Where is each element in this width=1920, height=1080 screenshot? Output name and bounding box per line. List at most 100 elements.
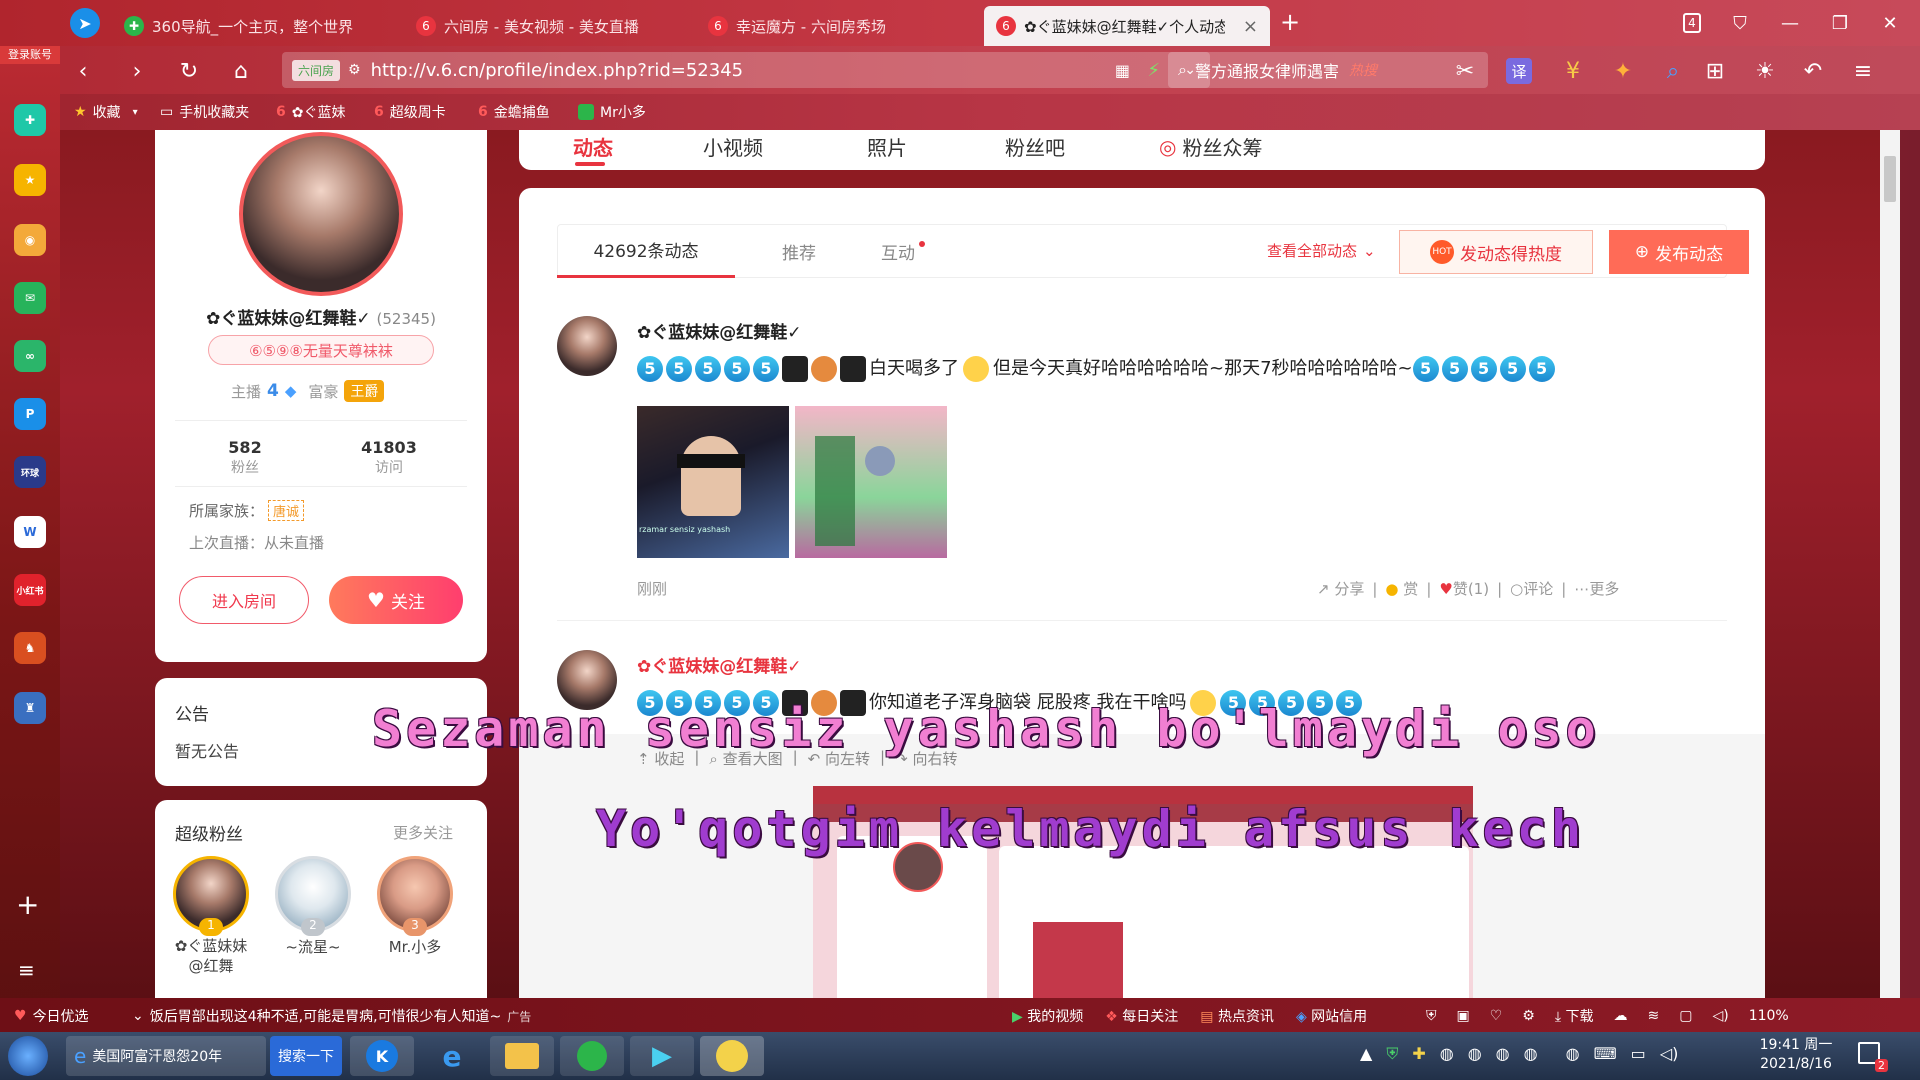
tab-360[interactable]: ✚ 360导航_一个主页，整个世界 — [112, 6, 402, 46]
tray-app-icon[interactable]: ✚ — [1412, 1044, 1425, 1064]
heartbeat-icon[interactable]: ♡ — [1490, 1008, 1503, 1024]
zoom-level[interactable]: 110% — [1749, 1008, 1789, 1024]
clock[interactable]: 19:41 周一 2021/8/16 — [1756, 1036, 1836, 1074]
home-icon[interactable]: ⌂ — [228, 58, 254, 84]
finance-app-icon[interactable]: 环球 — [14, 456, 46, 488]
xiaohongshu-icon[interactable]: 小红书 — [14, 574, 46, 606]
login-account-label[interactable]: 登录账号 — [0, 46, 60, 64]
chat-app-icon[interactable] — [700, 1036, 764, 1076]
bookmark-fishing[interactable]: 6 金蟾捕鱼 — [478, 102, 550, 122]
p-app-icon[interactable]: P — [14, 398, 46, 430]
shirt-skin-icon[interactable]: ⛉ — [1720, 8, 1760, 38]
gamepad-icon[interactable]: ✦ — [1610, 58, 1636, 84]
qq-icon[interactable]: ◍ — [1440, 1044, 1454, 1064]
forward-icon[interactable]: › — [124, 58, 150, 84]
undo-icon[interactable]: ↶ — [1800, 58, 1826, 84]
minimize-icon[interactable]: — — [1770, 8, 1810, 38]
word-icon[interactable]: W — [14, 516, 46, 548]
ie-taskbar-item[interactable]: e 美国阿富汗恩怨20年 — [66, 1036, 266, 1076]
wifi-icon[interactable]: ≋ — [1648, 1008, 1660, 1024]
follow-button[interactable]: ♥ 关注 — [329, 576, 463, 624]
post-image-1[interactable]: rzamar sensiz yashash — [637, 406, 789, 558]
send-icon[interactable]: ➤ — [70, 8, 100, 38]
tray-user-icon[interactable]: ◍ — [1566, 1044, 1580, 1064]
speaker-icon[interactable]: ◁) — [1660, 1044, 1679, 1064]
tab-dynamics[interactable]: 动态 — [573, 132, 613, 161]
image-icon[interactable]: ▣ — [1457, 1008, 1470, 1024]
post-author[interactable]: ✿ぐ蓝妹妹@红舞鞋✓ — [637, 652, 802, 677]
tab-count-icon[interactable]: 4 — [1672, 8, 1712, 38]
ie-browser-icon[interactable]: e — [420, 1036, 484, 1076]
tab-recommend[interactable]: 推荐 — [749, 224, 849, 278]
tab-photos[interactable]: 照片 — [867, 132, 907, 161]
family-tag[interactable]: 唐诚 — [268, 500, 305, 521]
game-app-icon[interactable]: ♞ — [14, 632, 46, 664]
action-center-icon[interactable]: 2 — [1858, 1042, 1888, 1072]
start-button[interactable] — [8, 1036, 48, 1076]
speed-test-icon[interactable]: ⚙ — [1522, 1008, 1535, 1024]
like-action[interactable]: ♥赞(1) — [1439, 578, 1489, 599]
brightness-icon[interactable]: ☀ — [1752, 58, 1778, 84]
avatar[interactable] — [557, 316, 617, 376]
favorites-star-icon[interactable]: ★ — [14, 164, 46, 196]
fans-stat[interactable]: 582 粉丝 — [205, 438, 285, 477]
site-credit-link[interactable]: ◈ 网站信用 — [1296, 1006, 1367, 1026]
scissors-icon[interactable]: ✂ — [1452, 58, 1478, 84]
new-tab-icon[interactable]: + — [1280, 8, 1300, 36]
back-icon[interactable]: ‹ — [70, 58, 96, 84]
bookmark-mr-xiaoduo[interactable]: Mr小多 — [578, 102, 646, 122]
shield-icon[interactable]: ⛨ — [1426, 1008, 1437, 1024]
restore-icon[interactable]: ❐ — [1820, 8, 1860, 38]
reward-action[interactable]: ● 赏 — [1385, 578, 1418, 599]
bookmark-mobile[interactable]: ▭ 手机收藏夹 — [160, 102, 249, 122]
today-picks[interactable]: ♥ 今日优选 — [14, 1006, 89, 1026]
refresh-icon[interactable]: ↻ — [176, 58, 202, 84]
scrollbar-thumb[interactable] — [1884, 156, 1896, 202]
tab-fan-bar[interactable]: 粉丝吧 — [1005, 132, 1065, 161]
bookmark-super-card[interactable]: 6 超级周卡 — [374, 102, 446, 122]
enter-room-button[interactable]: 进入房间 — [179, 576, 309, 624]
weibo-icon[interactable]: ◉ — [14, 224, 46, 256]
view-all-dropdown[interactable]: 查看全部动态 ⌄ — [1267, 240, 1376, 261]
cloud-icon[interactable]: ∞ — [14, 340, 46, 372]
screen-icon[interactable]: ▢ — [1679, 1008, 1692, 1024]
security-icon[interactable]: ⛨ — [1386, 1044, 1398, 1064]
bookmark-favorites[interactable]: ★ 收藏 ▾ — [74, 102, 138, 122]
download-link[interactable]: ⤓ 下载 — [1555, 1006, 1594, 1026]
folder-icon[interactable] — [490, 1036, 554, 1076]
share-action[interactable]: ↗ 分享 — [1317, 578, 1364, 599]
cloud-sync-icon[interactable]: ☁ — [1614, 1008, 1628, 1024]
news-ticker[interactable]: ⌄ 饭后胃部出现这4种不适,可能是胃病,可惜很少有人知道~ 广告 — [132, 1006, 531, 1026]
close-tab-icon[interactable]: × — [1243, 16, 1258, 37]
more-action[interactable]: ⋯更多 — [1574, 578, 1619, 599]
my-video-link[interactable]: ▶ 我的视频 — [1012, 1006, 1083, 1026]
mail-icon[interactable]: ✉ — [14, 282, 46, 314]
game2-app-icon[interactable]: ♜ — [14, 692, 46, 724]
tab-interaction[interactable]: 互动 — [853, 224, 953, 278]
post-image-2[interactable] — [795, 406, 947, 558]
post-author[interactable]: ✿ぐ蓝妹妹@红舞鞋✓ — [637, 318, 802, 343]
tab-short-video[interactable]: 小视频 — [703, 132, 763, 161]
video-player-icon[interactable]: ▶ — [630, 1036, 694, 1076]
apps-grid-icon[interactable]: ⊞ — [1702, 58, 1728, 84]
qq-icon[interactable]: ◍ — [1496, 1044, 1510, 1064]
menu-list-icon[interactable]: ≡ — [18, 958, 35, 982]
address-bar[interactable]: 六间房 ⚙ http://v.6.cn/profile/index.php?ri… — [282, 52, 1210, 88]
search-once-button[interactable]: 搜索一下 — [270, 1036, 342, 1076]
network-icon[interactable]: ▭ — [1631, 1044, 1646, 1064]
translate-icon[interactable]: 译 — [1506, 58, 1532, 84]
tab-crowdfunding[interactable]: ◎ 粉丝众筹 — [1159, 132, 1262, 161]
volume-icon[interactable]: ◁) — [1712, 1008, 1728, 1024]
tab-all-dynamics[interactable]: 42692条动态 — [557, 224, 735, 278]
url-text[interactable]: http://v.6.cn/profile/index.php?rid=5234… — [371, 60, 744, 81]
profile-avatar[interactable] — [239, 132, 403, 296]
menu-icon[interactable]: ≡ — [1850, 58, 1876, 84]
qq-icon[interactable]: ◍ — [1524, 1044, 1538, 1064]
qq-icon[interactable]: ◍ — [1468, 1044, 1482, 1064]
post-dynamic-button[interactable]: ⊕ 发布动态 — [1609, 230, 1749, 274]
daily-follow-link[interactable]: ❖ 每日关注 — [1105, 1006, 1178, 1026]
search-box[interactable]: ⌕ 警方通报女律师遇害 热搜 — [1168, 52, 1488, 88]
hot-news-link[interactable]: ▤ 热点资讯 — [1200, 1006, 1274, 1026]
360-browser-icon[interactable] — [560, 1036, 624, 1076]
super-fan-item[interactable]: 1 ✿ぐ蓝妹妹@红舞 — [171, 856, 251, 976]
